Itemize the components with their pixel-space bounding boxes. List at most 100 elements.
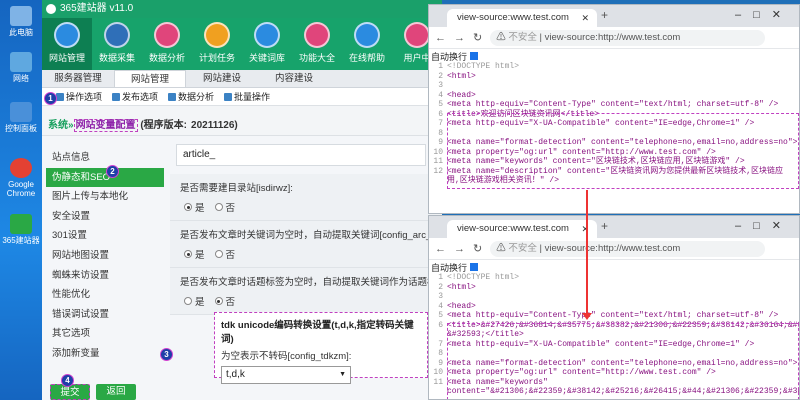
auto-wrap-option[interactable]: 自动换行 xyxy=(429,260,799,274)
back-icon[interactable]: ← xyxy=(435,32,446,44)
isdirwz-no-radio[interactable]: 否 xyxy=(214,200,235,214)
source-text: <meta http-equiv="Content-Type" content=… xyxy=(447,100,779,109)
sidebar-item-security[interactable]: 安全设置 xyxy=(46,207,168,227)
window-controls[interactable]: –□✕ xyxy=(735,8,793,21)
toolbar-keyword[interactable]: 关键词库 xyxy=(242,18,292,70)
sidebar-item-performance[interactable]: 性能优化 xyxy=(46,285,168,305)
sidebar-item-image[interactable]: 图片上传与本地化 xyxy=(46,187,168,207)
desktop-icon-network[interactable]: 网络 xyxy=(2,52,40,83)
breadcrumb: 系统» 网站变量配置 (程序版本: 20211126) xyxy=(42,106,442,136)
toolbar-schedule[interactable]: 计划任务 xyxy=(192,18,242,70)
warning-icon: ⚠ xyxy=(496,31,509,43)
sub-batch[interactable]: 批量操作 xyxy=(224,90,270,103)
sidebar-item-sitemap[interactable]: 网站地图设置 xyxy=(46,246,168,266)
source-line: 1 <!DOCTYPE html> xyxy=(438,273,799,284)
tab-server[interactable]: 服务器管理 xyxy=(42,70,114,87)
desktop-icon-control-panel[interactable]: 控制面板 xyxy=(2,102,40,133)
line-number: 6 xyxy=(438,109,443,119)
main-tabs: 服务器管理 网站管理 网站建设 内容建设 xyxy=(42,70,442,88)
browser-navbar: ← → ↻ ⚠ 不安全 | view-source:http://www.tes… xyxy=(429,27,799,49)
source-line: 2 <html> xyxy=(438,283,799,294)
sidebar-item-add-var[interactable]: 添加新变量 xyxy=(46,344,168,364)
tdk-setting-box: tdk unicode编码转换设置(t,d,k,指定转码关键词) 为空表示不转码… xyxy=(214,312,428,384)
help-icon xyxy=(354,22,380,48)
browser-tab[interactable]: view-source:www.test.com✕ xyxy=(447,220,597,238)
back-button[interactable]: 返回 xyxy=(96,384,136,400)
window-controls[interactable]: –□✕ xyxy=(735,219,793,232)
app-logo-icon xyxy=(46,4,56,14)
reload-icon[interactable]: ↻ xyxy=(473,31,482,44)
line-number: 10 xyxy=(433,368,443,377)
desktop-icon-chrome[interactable]: Google Chrome xyxy=(2,158,40,198)
step-badge-2: 2 xyxy=(106,165,119,178)
tab-website[interactable]: 网站管理 xyxy=(114,70,186,87)
desktop-icon-app[interactable]: 365建站器 xyxy=(2,214,40,245)
auto-keyword-no-radio[interactable]: 否 xyxy=(214,247,235,261)
forward-icon[interactable]: → xyxy=(454,243,465,255)
tdk-select[interactable]: t,d,k xyxy=(221,366,351,384)
line-number: 4 xyxy=(438,90,443,100)
line-number: 9 xyxy=(438,358,443,368)
line-number: 5 xyxy=(438,100,443,109)
publish-icon xyxy=(112,92,121,101)
source-text: <!DOCTYPE html> xyxy=(447,273,520,282)
browser-tab[interactable]: view-source:www.test.com✕ xyxy=(447,9,597,27)
prefix-input[interactable]: article_ xyxy=(176,144,426,166)
tab-build[interactable]: 网站建设 xyxy=(186,70,258,87)
toolbar-website[interactable]: 网站管理 xyxy=(42,18,92,70)
source-line: 3 xyxy=(438,292,799,303)
address-bar[interactable]: ⚠ 不安全 | view-source:http://www.test.com xyxy=(490,29,765,46)
isdirwz-yes-radio[interactable]: 是 xyxy=(184,200,205,214)
sidebar-item-spider[interactable]: 蜘蛛来访设置 xyxy=(46,266,168,286)
website-icon xyxy=(54,22,80,48)
forward-icon[interactable]: → xyxy=(454,32,465,44)
auto-topic-no-radio[interactable]: 否 xyxy=(214,294,235,308)
batch-icon xyxy=(224,92,233,101)
chrome-icon xyxy=(10,158,32,178)
toolbar-help[interactable]: 在线帮助 xyxy=(342,18,392,70)
address-bar[interactable]: ⚠ 不安全 | view-source:http://www.test.com xyxy=(490,240,765,257)
user-icon xyxy=(404,22,430,48)
step-badge-3: 3 xyxy=(160,348,173,361)
back-icon[interactable]: ← xyxy=(435,243,446,255)
sub-operations[interactable]: 操作选项 xyxy=(56,90,102,103)
auto-keyword-yes-radio[interactable]: 是 xyxy=(184,247,205,261)
browser-window-top: view-source:www.test.com ✕ + –□✕ ← → ↻ ⚠ … xyxy=(428,4,800,214)
line-number: 8 xyxy=(438,349,443,358)
line-number: 1 xyxy=(438,273,443,282)
browser-window-bottom: view-source:www.test.com✕ + –□✕ ← → ↻ ⚠ … xyxy=(428,215,800,400)
keyword-icon xyxy=(254,22,280,48)
toolbar-tools[interactable]: 功能大全 xyxy=(292,18,342,70)
schedule-icon xyxy=(204,22,230,48)
sidebar-item-301[interactable]: 301设置 xyxy=(46,226,168,246)
auto-wrap-checkbox[interactable] xyxy=(470,52,479,60)
new-tab-icon[interactable]: + xyxy=(601,219,608,233)
new-tab-icon[interactable]: + xyxy=(601,8,608,22)
highlight-box-top xyxy=(447,113,799,189)
form-buttons: 提交 返回 xyxy=(50,384,136,400)
line-number: 5 xyxy=(438,311,443,320)
desktop-icon-computer[interactable]: 此电脑 xyxy=(2,6,40,37)
sub-publish[interactable]: 发布选项 xyxy=(112,90,158,103)
main-toolbar: 网站管理 数据采集 数据分析 计划任务 关键词库 功能大全 在线帮助 用户中 xyxy=(42,18,442,70)
tab-content[interactable]: 内容建设 xyxy=(258,70,330,87)
auto-wrap-option[interactable]: 自动换行 xyxy=(429,49,799,63)
control-panel-icon xyxy=(10,102,32,122)
sub-analysis[interactable]: 数据分析 xyxy=(168,90,214,103)
sidebar-item-seo[interactable]: 伪静态和SEO xyxy=(46,167,164,188)
source-text: <html> xyxy=(447,71,476,81)
sidebar-item-other[interactable]: 其它选项 xyxy=(46,324,168,344)
line-number: 2 xyxy=(438,71,443,81)
auto-topic-yes-radio[interactable]: 是 xyxy=(184,294,205,308)
sidebar-item-debug[interactable]: 错误调试设置 xyxy=(46,305,168,325)
reload-icon[interactable]: ↻ xyxy=(473,242,482,255)
sidebar-item-site-info[interactable]: 站点信息 xyxy=(46,148,168,168)
source-line: 2 <html> xyxy=(438,71,799,83)
app-icon xyxy=(10,214,32,234)
transform-arrow xyxy=(582,190,592,320)
line-number: 7 xyxy=(438,119,443,128)
auto-wrap-checkbox[interactable] xyxy=(470,263,479,271)
close-tab-icon[interactable]: ✕ xyxy=(581,9,589,27)
toolbar-analysis[interactable]: 数据分析 xyxy=(142,18,192,70)
toolbar-collect[interactable]: 数据采集 xyxy=(92,18,142,70)
